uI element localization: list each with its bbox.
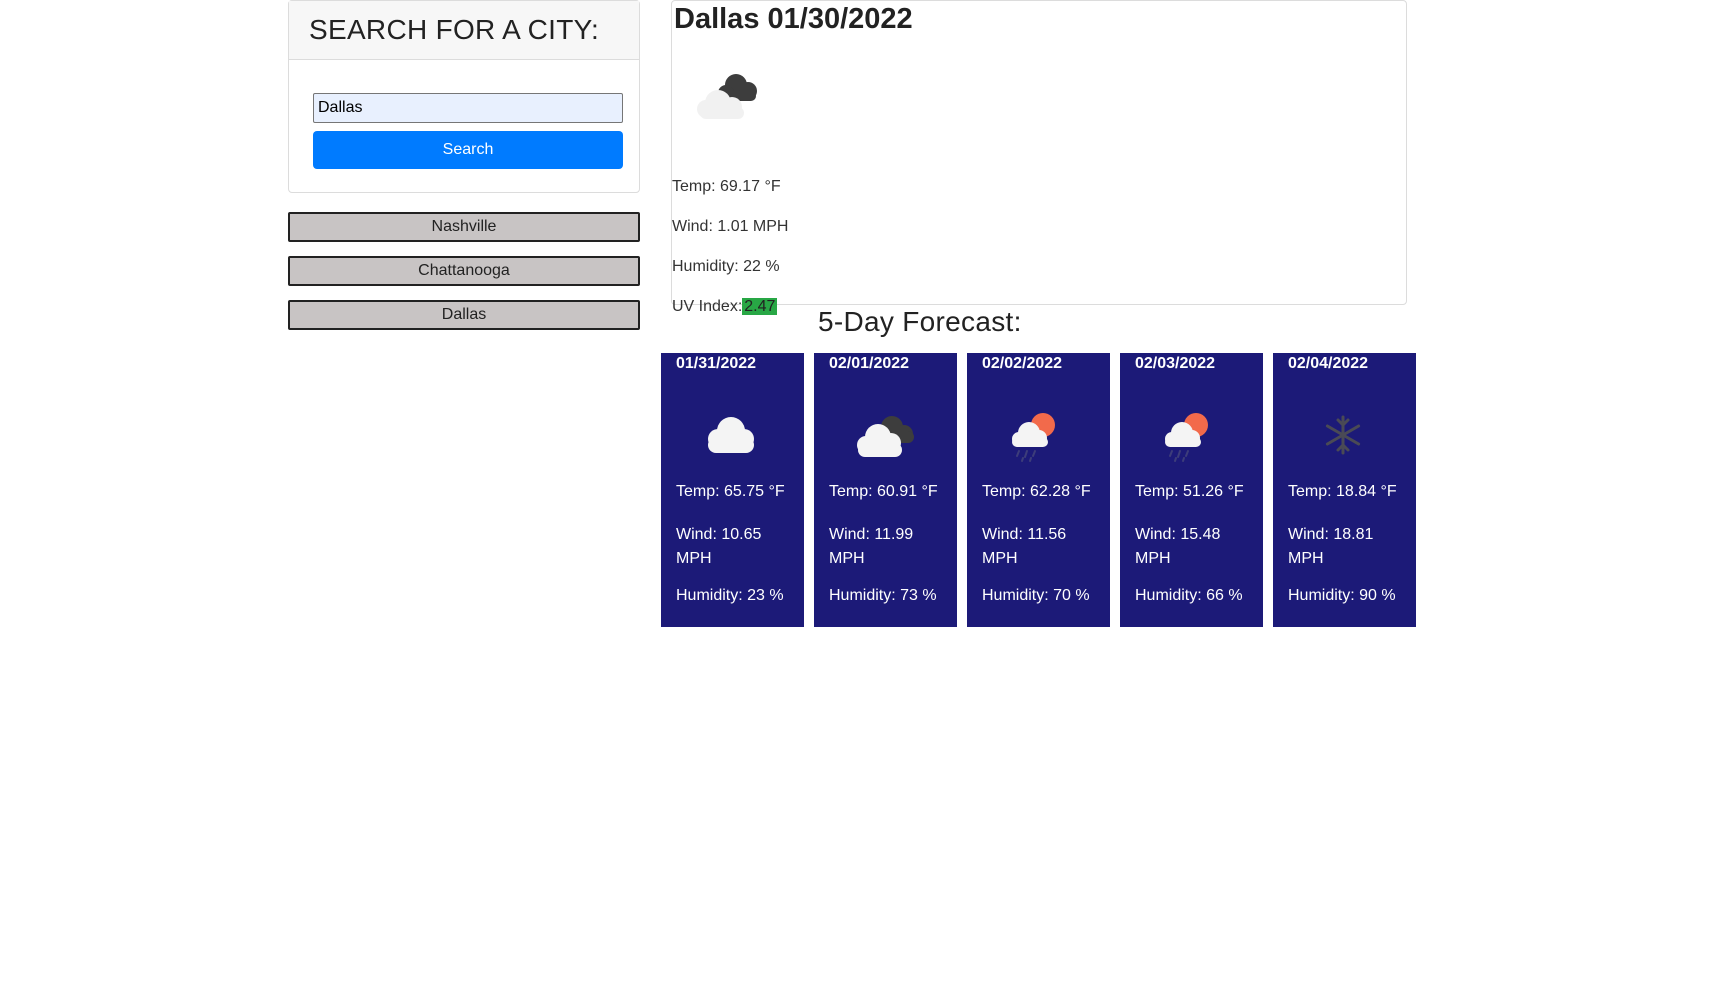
city-search-input[interactable] <box>313 93 623 123</box>
forecast-temp: Temp: 51.26 °F <box>1135 483 1244 500</box>
forecast-temp: Temp: 60.91 °F <box>829 483 938 500</box>
forecast-date: 02/04/2022 <box>1288 355 1369 372</box>
forecast-card: 02/03/2022 Temp: 51.26 °F Wind: 15.48 MP… <box>1120 353 1263 627</box>
sun-rain-icon <box>1012 413 1055 462</box>
search-panel: SEARCH FOR A CITY: Search <box>288 0 640 193</box>
uv-badge: 2.47 <box>742 298 778 315</box>
uv-label: UV Index: <box>672 298 743 315</box>
search-heading: SEARCH FOR A CITY: <box>289 1 639 60</box>
forecast-humidity: Humidity: 90 % <box>1288 587 1396 604</box>
forecast-temp: Temp: 62.28 °F <box>982 483 1091 500</box>
forecast-wind: Wind: 15.48 MPH <box>1135 526 1221 567</box>
forecast-date: 02/03/2022 <box>1135 355 1216 372</box>
forecast-card: 02/04/2022 Temp: 18.84 °F Wind: 18.81 MP… <box>1273 353 1416 627</box>
current-weather-card: Dallas 01/30/2022 Temp: 69.17 °F Wind: 1… <box>671 0 1407 315</box>
forecast-wind: Wind: 11.99 MPH <box>829 526 914 567</box>
forecast-heading: 5-Day Forecast: <box>818 306 1022 337</box>
sun-rain-icon <box>1165 413 1208 462</box>
forecast-humidity: Humidity: 23 % <box>676 587 784 604</box>
current-humidity: Humidity: 22 % <box>672 258 780 275</box>
history-button-dallas[interactable]: Dallas <box>288 300 640 330</box>
snowflake-icon <box>1325 415 1361 455</box>
history-button-nashville[interactable]: Nashville <box>288 212 640 242</box>
forecast-temp: Temp: 18.84 °F <box>1288 483 1397 500</box>
forecast-wind: Wind: 11.56 MPH <box>982 526 1067 567</box>
forecast-card: 01/31/2022 Temp: 65.75 °F Wind: 10.65 MP… <box>661 353 804 627</box>
weather-dashboard: SEARCH FOR A CITY: Search Nashville Chat… <box>0 0 1727 981</box>
cloud-icon <box>708 417 754 453</box>
broken-clouds-icon <box>857 416 914 457</box>
forecast-card: 02/02/2022 Temp: 62.28 °F Wind: 11.56 MP… <box>967 353 1110 627</box>
forecast-card: 02/01/2022 Temp: 60.91 °F Wind: 11.99 MP… <box>814 353 957 627</box>
current-city-date: Dallas 01/30/2022 <box>674 3 913 35</box>
forecast-date: 02/01/2022 <box>829 355 910 372</box>
forecast-temp: Temp: 65.75 °F <box>676 483 785 500</box>
forecast-date: 02/02/2022 <box>982 355 1063 372</box>
forecast-humidity: Humidity: 70 % <box>982 587 1090 604</box>
current-wind: Wind: 1.01 MPH <box>672 218 789 235</box>
current-uv: UV Index: 2.47 <box>672 298 778 316</box>
search-history: Nashville Chattanooga Dallas <box>288 212 640 344</box>
forecast-humidity: Humidity: 73 % <box>829 587 937 604</box>
history-button-chattanooga[interactable]: Chattanooga <box>288 256 640 286</box>
dark-cloud-icon <box>697 74 757 119</box>
forecast-wind: Wind: 18.81 MPH <box>1288 526 1374 567</box>
forecast-date: 01/31/2022 <box>676 355 757 372</box>
search-button[interactable]: Search <box>313 131 623 169</box>
forecast-wind: Wind: 10.65 MPH <box>676 526 762 567</box>
forecast-humidity: Humidity: 66 % <box>1135 587 1243 604</box>
current-temp: Temp: 69.17 °F <box>672 178 781 195</box>
